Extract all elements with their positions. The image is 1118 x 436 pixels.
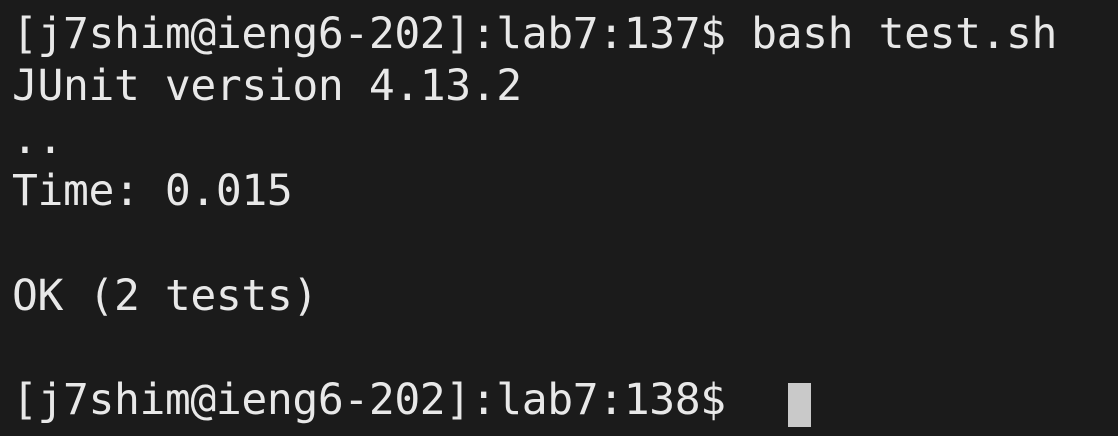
junit-version-output: JUnit version 4.13.2 (12, 61, 522, 111)
cursor-block (788, 383, 811, 427)
current-prompt[interactable]: [j7shim@ieng6-202]:lab7:138$ (12, 374, 751, 426)
test-time-output: Time: 0.015 (12, 166, 293, 216)
test-result-output: OK (2 tests) (12, 271, 318, 321)
terminal-window[interactable]: [j7shim@ieng6-202]:lab7:137$ bash test.s… (0, 0, 1118, 436)
test-progress-dots: .. (12, 114, 63, 164)
command-line-bash-test: [j7shim@ieng6-202]:lab7:137$ bash test.s… (12, 9, 1058, 59)
